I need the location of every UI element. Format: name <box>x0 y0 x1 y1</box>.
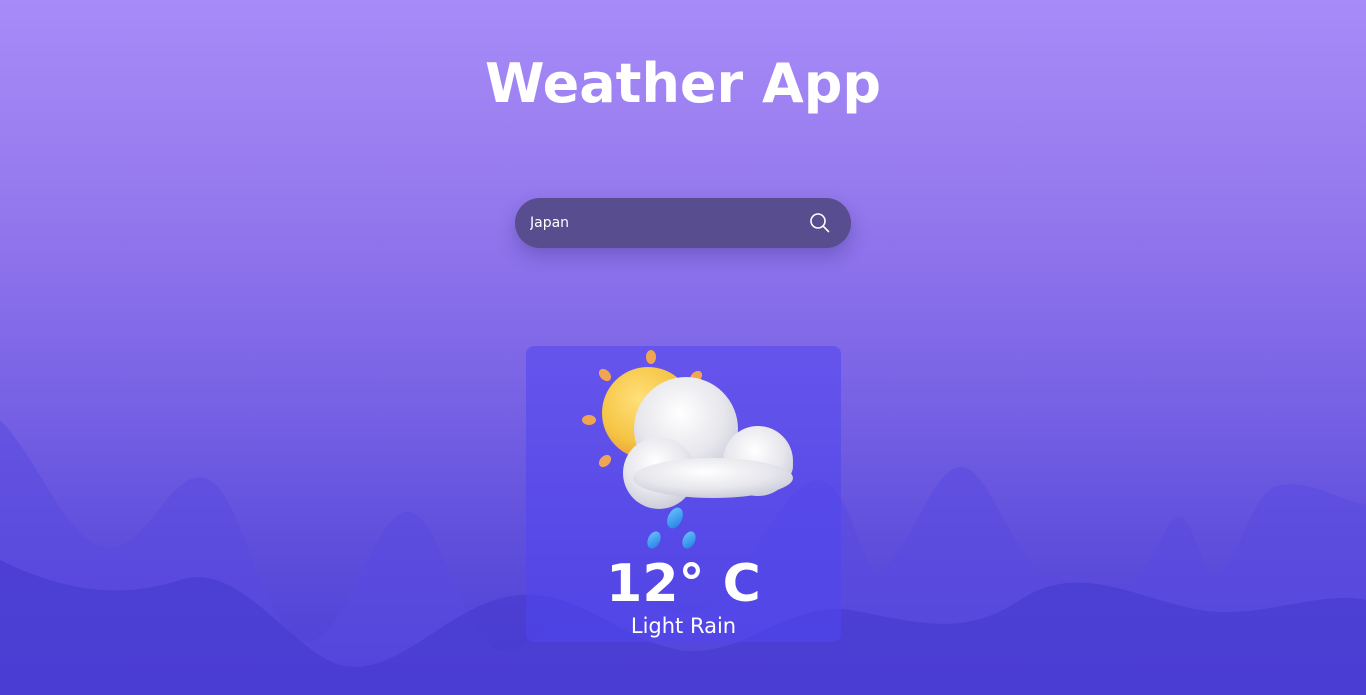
sun-cloud-rain-icon <box>582 350 793 549</box>
search-input[interactable] <box>530 198 800 248</box>
weather-condition: Light Rain <box>630 614 737 638</box>
temperature-value: 12° C <box>606 554 761 614</box>
page-title: Weather App <box>484 52 882 115</box>
weather-card: 12° C Light Rain <box>526 346 841 642</box>
search-bar <box>515 198 851 248</box>
search-button[interactable] <box>807 210 833 236</box>
search-icon <box>810 213 830 233</box>
